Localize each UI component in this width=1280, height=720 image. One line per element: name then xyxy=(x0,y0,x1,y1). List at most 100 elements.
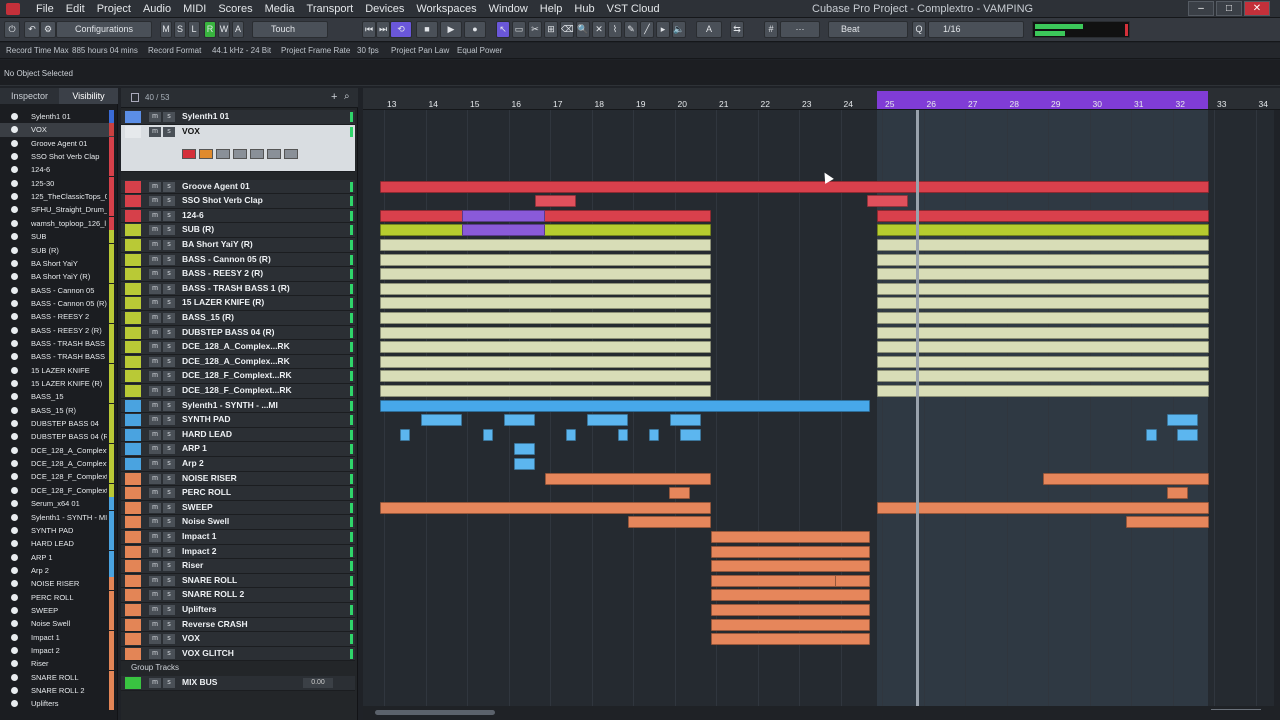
erase-icon[interactable]: ⌫ xyxy=(560,21,574,38)
track-control-button[interactable] xyxy=(233,148,247,159)
quantize-preset-select[interactable]: 1/16 xyxy=(928,21,1024,38)
mute-button[interactable]: m xyxy=(149,561,161,572)
event-clip[interactable] xyxy=(400,428,410,441)
visibility-toggle-icon[interactable] xyxy=(11,473,18,481)
visibility-toggle-icon[interactable] xyxy=(11,179,18,187)
event-clip[interactable] xyxy=(380,355,711,368)
volume-field[interactable]: 0.00 xyxy=(303,678,333,689)
solo-button[interactable]: s xyxy=(163,488,175,499)
event-clip[interactable] xyxy=(380,341,711,354)
write-automation-button[interactable]: W xyxy=(218,21,230,38)
visibility-toggle-icon[interactable] xyxy=(11,113,18,120)
time-warp-icon[interactable]: ⌇ xyxy=(608,21,622,38)
mix-bus-track[interactable]: m s MIX BUS 0.00 xyxy=(121,676,355,691)
menu-project[interactable]: Project xyxy=(91,2,137,16)
track-control-button[interactable] xyxy=(199,148,213,159)
track-row[interactable]: m s SNARE ROLL xyxy=(121,573,355,589)
mute-button[interactable]: m xyxy=(149,546,161,557)
event-clip[interactable] xyxy=(711,604,870,616)
timeline-ruler[interactable]: 13 14 15 16 17 18 19 20 21 22 23 24 25 26 27 28 29 30 31 32… xyxy=(363,88,1280,110)
visibility-item[interactable]: DCE_128_F_Complextr xyxy=(0,470,114,484)
play-tool-icon[interactable]: ▸ xyxy=(656,21,670,38)
visibility-toggle-icon[interactable] xyxy=(11,380,18,387)
track-name[interactable]: Sylenth1 - SYNTH - ...MI xyxy=(182,400,278,410)
grid-type-select[interactable]: Beat xyxy=(828,21,908,38)
history-icon[interactable]: ↶ xyxy=(24,21,40,38)
visibility-item[interactable]: HARD LEAD xyxy=(0,537,114,551)
menu-file[interactable]: File xyxy=(30,2,60,16)
track-row[interactable]: m s Uplifters xyxy=(121,603,355,618)
visibility-toggle-icon[interactable] xyxy=(11,420,18,428)
event-clip[interactable] xyxy=(649,428,659,441)
event-clip[interactable] xyxy=(877,312,1209,324)
visibility-toggle-icon[interactable] xyxy=(11,673,18,681)
event-clip[interactable] xyxy=(462,224,545,237)
event-clip[interactable] xyxy=(877,501,1209,514)
track-name[interactable]: Impact 2 xyxy=(182,546,217,556)
menu-media[interactable]: Media xyxy=(259,2,301,16)
mute-button[interactable]: m xyxy=(149,459,161,469)
visibility-toggle-icon[interactable] xyxy=(11,259,18,267)
mute-button[interactable]: m xyxy=(149,181,161,192)
visibility-item[interactable]: VOX xyxy=(0,123,114,137)
go-to-end-icon[interactable]: ⏭ xyxy=(376,21,390,38)
mute-button[interactable]: m xyxy=(149,605,161,615)
visibility-item[interactable]: BASS - Cannon 05 xyxy=(0,283,114,297)
track-name[interactable]: SWEEP xyxy=(182,502,213,512)
event-clip[interactable] xyxy=(877,297,1209,310)
visibility-toggle-icon[interactable] xyxy=(11,433,18,441)
track-name[interactable]: DUBSTEP BASS 04 (R) xyxy=(182,327,274,337)
snap-icon[interactable]: # xyxy=(764,21,778,38)
visibility-item[interactable]: SNARE ROLL 2 xyxy=(0,684,114,698)
track-row[interactable]: m s Sylenth1 - SYNTH - ...MI xyxy=(121,398,355,414)
activate-project-icon[interactable]: ⏻ xyxy=(4,21,20,38)
quantize-icon[interactable]: Q xyxy=(912,21,926,38)
track-row[interactable]: m s Impact 2 xyxy=(121,544,355,560)
visibility-toggle-icon[interactable] xyxy=(11,647,18,654)
event-clip[interactable] xyxy=(380,239,711,251)
solo-button[interactable]: s xyxy=(163,532,175,542)
visibility-item[interactable]: BASS_15 xyxy=(0,390,114,404)
solo-button[interactable]: s xyxy=(163,561,175,572)
draw-icon[interactable]: ✎ xyxy=(624,21,638,38)
visibility-item[interactable]: BA Short YaiY xyxy=(0,256,114,270)
visibility-toggle-icon[interactable] xyxy=(11,606,18,614)
visibility-item[interactable]: SUB (R) xyxy=(0,243,114,257)
menu-transport[interactable]: Transport xyxy=(301,2,360,16)
visibility-item[interactable]: Serum_x64 01 xyxy=(0,497,114,511)
visibility-toggle-icon[interactable] xyxy=(11,366,18,374)
track-name[interactable]: BASS - TRASH BASS 1 (R) xyxy=(182,283,290,293)
event-clip[interactable] xyxy=(380,253,711,266)
solo-button[interactable]: s xyxy=(163,619,175,630)
listen-button[interactable]: L xyxy=(188,21,200,38)
track-row[interactable]: m s VOX xyxy=(121,632,355,647)
frame-rate-value[interactable]: 30 fps xyxy=(357,46,379,55)
visibility-item[interactable]: wamsh_toploop_126_l xyxy=(0,216,114,230)
mute-button[interactable]: m xyxy=(149,400,161,411)
event-clip[interactable] xyxy=(504,414,535,427)
visibility-toggle-icon[interactable] xyxy=(11,406,18,414)
visibility-toggle-icon[interactable] xyxy=(11,660,18,668)
track-name[interactable]: 15 LAZER KNIFE (R) xyxy=(182,297,264,307)
visibility-item[interactable]: Sylenth1 01 xyxy=(0,110,114,123)
visibility-toggle-icon[interactable] xyxy=(11,553,18,561)
visibility-toggle-icon[interactable] xyxy=(11,540,18,548)
event-clip[interactable] xyxy=(711,633,870,646)
visibility-toggle-icon[interactable] xyxy=(11,513,18,521)
record-icon[interactable]: ● xyxy=(464,21,486,38)
track-control-button[interactable] xyxy=(182,148,196,159)
mute-button[interactable]: m xyxy=(149,283,161,294)
solo-button[interactable]: s xyxy=(163,327,175,338)
record-format-label[interactable]: Record Format xyxy=(148,46,201,55)
mute-button[interactable]: m xyxy=(149,590,161,601)
track-name[interactable]: DCE_128_F_Complext...RK xyxy=(182,385,292,395)
mute-button[interactable]: m xyxy=(149,356,161,367)
menu-midi[interactable]: MIDI xyxy=(177,2,212,16)
maximize-icon[interactable]: □ xyxy=(1216,1,1242,16)
mute-button[interactable]: m xyxy=(149,575,161,586)
mute-button[interactable]: m xyxy=(149,488,161,499)
event-clip[interactable] xyxy=(835,574,870,587)
event-clip[interactable] xyxy=(587,414,628,427)
menu-edit[interactable]: Edit xyxy=(60,2,91,16)
visibility-toggle-icon[interactable] xyxy=(11,620,18,628)
